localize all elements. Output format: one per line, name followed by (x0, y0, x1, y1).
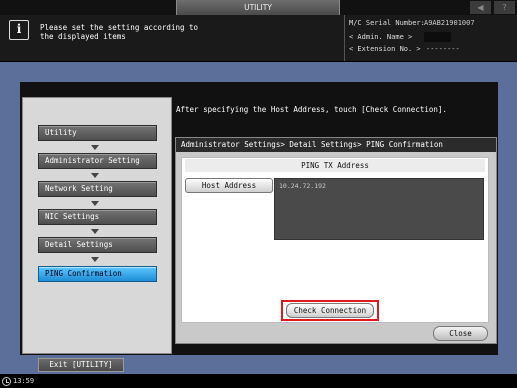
clock-time: 13:59 (13, 377, 35, 385)
speaker-icon[interactable]: ◀ (470, 1, 491, 14)
serial-label: M/C Serial Number: (349, 19, 425, 27)
clock-icon (2, 377, 11, 386)
header-divider (344, 15, 345, 61)
nav-item-ping-confirmation[interactable]: PING Confirmation (38, 266, 157, 282)
admin-name-label: < Admin. Name > (349, 33, 413, 41)
breadcrumb: Administrator Settings> Detail Settings>… (176, 138, 496, 152)
header-message: Please set the setting according to the … (40, 23, 199, 41)
check-connection-button[interactable]: Check Connection (286, 303, 374, 318)
host-address-button[interactable]: Host Address (185, 178, 273, 193)
nav-item-nic-settings[interactable]: NIC Settings (38, 209, 157, 225)
chevron-down-icon (91, 229, 99, 234)
instruction-text: After specifying the Host Address, touch… (176, 105, 447, 114)
chevron-down-icon (91, 173, 99, 178)
chevron-down-icon (91, 201, 99, 206)
nav-item-administrator-setting[interactable]: Administrator Setting (38, 153, 157, 169)
chevron-down-icon (91, 257, 99, 262)
serial-value: A9AB21901007 (424, 19, 475, 27)
help-icon[interactable]: ? (494, 1, 515, 14)
status-bar (0, 374, 517, 388)
admin-name-value (424, 32, 451, 42)
section-title: PING TX Address (185, 159, 485, 172)
nav-item-utility[interactable]: Utility (38, 125, 157, 141)
nav-item-network-setting[interactable]: Network Setting (38, 181, 157, 197)
extension-label: < Extension No. > (349, 45, 421, 53)
extension-value: -------- (426, 45, 460, 53)
chevron-down-icon (91, 145, 99, 150)
info-icon: i (9, 20, 29, 40)
host-address-field[interactable]: 10.24.72.192 (274, 178, 484, 240)
close-button[interactable]: Close (433, 326, 488, 341)
exit-utility-button[interactable]: Exit [UTILITY] (38, 358, 124, 372)
nav-item-detail-settings[interactable]: Detail Settings (38, 237, 157, 253)
window-title: UTILITY (176, 0, 340, 15)
